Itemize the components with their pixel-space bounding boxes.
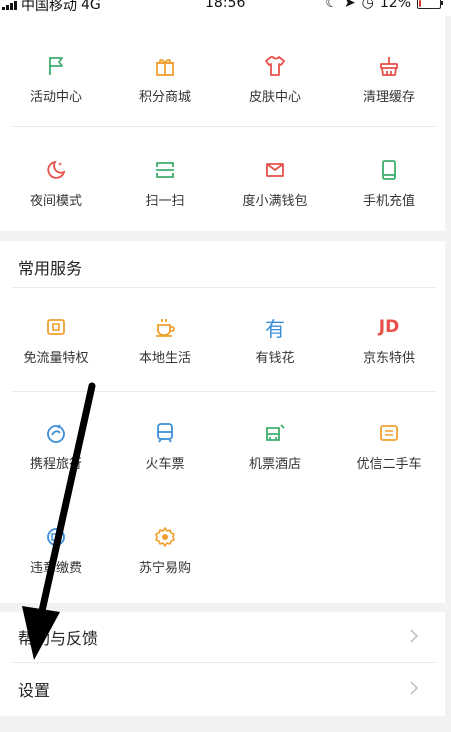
- service-ctrip[interactable]: 携程旅行: [0, 413, 112, 483]
- grid-item-activity-center[interactable]: 活动中心: [0, 46, 112, 116]
- plane-hotel-icon: [263, 421, 287, 445]
- service-label: 火车票: [145, 457, 185, 472]
- common-services-card: 常用服务 免流量特权 本地生活 有 有钱花 JD 京东特供 携程旅行 火车票 机…: [0, 241, 445, 603]
- dolphin-icon: [44, 421, 68, 445]
- service-label: 免流量特权: [23, 351, 89, 366]
- grid-item-skin-center[interactable]: 皮肤中心: [219, 46, 331, 116]
- divider: [12, 391, 437, 392]
- grid-item-points-mall[interactable]: 积分商城: [109, 46, 221, 116]
- tshirt-icon: [263, 54, 287, 78]
- service-local-life[interactable]: 本地生活: [109, 307, 221, 377]
- jd-logo-icon: JD: [378, 317, 400, 337]
- service-label: 违章缴费: [29, 561, 82, 576]
- grid-item-label: 皮肤中心: [248, 90, 301, 105]
- section-title: 常用服务: [18, 259, 83, 278]
- chevron-right-icon: [409, 680, 419, 700]
- row-label: 设置: [18, 681, 51, 700]
- grid-item-label: 清理缓存: [362, 90, 415, 105]
- service-flight-hotel[interactable]: 机票酒店: [219, 413, 331, 483]
- service-label: 本地生活: [138, 351, 191, 366]
- service-label: 京东特供: [362, 351, 415, 366]
- grid-item-label: 手机充值: [362, 194, 415, 209]
- grid-item-label: 夜间模式: [29, 194, 82, 209]
- service-youxin-car[interactable]: 优信二手车: [333, 413, 445, 483]
- network-label: 4G: [81, 0, 101, 13]
- gift-icon: [153, 54, 177, 78]
- grid-item-label: 度小满钱包: [242, 194, 308, 209]
- grid-item-phone-recharge[interactable]: 手机充值: [333, 150, 445, 220]
- status-bar: 中国移动 4G 18:56 ☾ ➤ ◷ 12%: [0, 0, 451, 16]
- grid-item-wallet[interactable]: 度小满钱包: [219, 150, 331, 220]
- grid-item-scan[interactable]: 扫一扫: [109, 150, 221, 220]
- service-label: 优信二手车: [356, 457, 422, 472]
- alarm-icon: ◷: [361, 0, 374, 11]
- divider: [12, 287, 437, 288]
- service-youqianhua[interactable]: 有 有钱花: [219, 307, 331, 377]
- phone-icon: [377, 158, 401, 182]
- service-label: 机票酒店: [248, 457, 301, 472]
- divider: [12, 662, 437, 663]
- you-char-icon: 有: [265, 316, 285, 341]
- flag-icon: [44, 54, 68, 78]
- battery-percent: 12%: [379, 0, 411, 11]
- feature-grid-card: 活动中心 积分商城 皮肤中心 清理缓存 夜间模式 扫一扫 度小满钱包 手机充值: [0, 16, 445, 231]
- location-icon: ➤: [343, 0, 356, 11]
- moon-status-icon: ☾: [325, 0, 338, 11]
- service-label: 苏宁易购: [138, 561, 191, 576]
- chevron-right-icon: [409, 628, 419, 648]
- wallet-icon: [263, 158, 287, 182]
- scan-icon: [153, 158, 177, 182]
- suning-lion-icon: [153, 525, 177, 549]
- service-train-ticket[interactable]: 火车票: [109, 413, 221, 483]
- battery-icon: [417, 0, 443, 9]
- grid-item-label: 扫一扫: [145, 194, 185, 209]
- settings-list-card: 帮助与反馈 设置: [0, 612, 445, 716]
- signal-icon: [2, 0, 17, 10]
- grid-item-label: 积分商城: [138, 90, 191, 105]
- service-label: 携程旅行: [29, 457, 82, 472]
- settings-row[interactable]: 设置: [0, 664, 445, 716]
- grid-item-clear-cache[interactable]: 清理缓存: [333, 46, 445, 116]
- service-traffic-fine[interactable]: 违章缴费: [0, 517, 112, 587]
- grid-item-night-mode[interactable]: 夜间模式: [0, 150, 112, 220]
- car-icon: [377, 421, 401, 445]
- service-jd[interactable]: JD 京东特供: [333, 307, 445, 377]
- broom-icon: [377, 54, 401, 78]
- row-label: 帮助与反馈: [18, 629, 99, 648]
- divider: [12, 126, 437, 127]
- help-feedback-row[interactable]: 帮助与反馈: [0, 612, 445, 664]
- clock: 18:56: [205, 0, 246, 11]
- moon-icon: [44, 158, 68, 182]
- service-label: 有钱花: [255, 351, 295, 366]
- service-suning[interactable]: 苏宁易购: [109, 517, 221, 587]
- coffee-cup-icon: [153, 315, 177, 339]
- sim-card-icon: [44, 315, 68, 339]
- fine-badge-icon: [44, 525, 68, 549]
- service-free-data[interactable]: 免流量特权: [0, 307, 112, 377]
- train-icon: [153, 421, 177, 445]
- carrier-label: 中国移动: [21, 0, 77, 14]
- grid-item-label: 活动中心: [29, 90, 82, 105]
